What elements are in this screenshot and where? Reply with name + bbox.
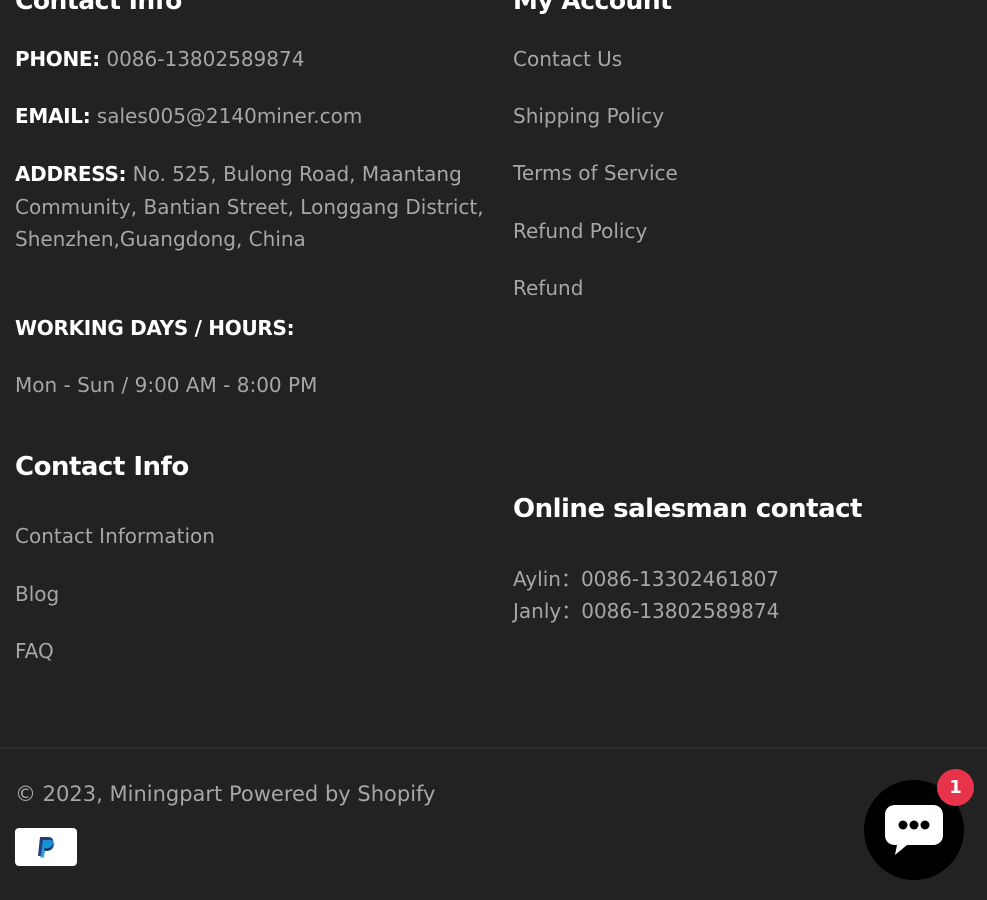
phone-label: PHONE: <box>15 47 100 71</box>
online-salesman-title: Online salesman contact <box>513 494 862 524</box>
paypal-icon <box>15 828 77 866</box>
my-account-heading: My Account <box>513 0 672 15</box>
refund-link[interactable]: Refund <box>513 272 583 304</box>
email-line: EMAIL: sales005@2140miner.com <box>15 100 362 132</box>
working-hours-label: WORKING DAYS / HOURS: <box>15 316 295 340</box>
shipping-policy-link[interactable]: Shipping Policy <box>513 100 664 132</box>
chat-notification-badge: 1 <box>937 769 974 806</box>
working-hours-value: Mon - Sun / 9:00 AM - 8:00 PM <box>15 373 318 397</box>
copyright-line: © 2023, Miningpart Powered by Shopify <box>15 778 435 810</box>
store-contact-heading: Contact Info <box>15 0 182 15</box>
address-block: ADDRESS: No. 525, Bulong Road, Maantang … <box>15 158 485 256</box>
email-label: EMAIL: <box>15 104 91 128</box>
phone-line: PHONE: 0086-13802589874 <box>15 43 304 75</box>
chat-bubble-icon <box>885 805 943 855</box>
contact-us-link[interactable]: Contact Us <box>513 43 622 75</box>
faq-link[interactable]: FAQ <box>15 635 54 667</box>
phone-value[interactable]: 0086-13802589874 <box>106 47 304 71</box>
powered-by-shopify-link[interactable]: Powered by Shopify <box>229 782 436 806</box>
refund-policy-link[interactable]: Refund Policy <box>513 215 647 247</box>
blog-link[interactable]: Blog <box>15 578 59 610</box>
address-label: ADDRESS: <box>15 162 127 186</box>
email-value[interactable]: sales005@2140miner.com <box>97 104 363 128</box>
footer-divider <box>0 747 987 749</box>
terms-of-service-link[interactable]: Terms of Service <box>513 157 678 189</box>
store-name-link[interactable]: Miningpart <box>109 782 222 806</box>
salesman-janly: Janly：0086-13802589874 <box>513 599 780 623</box>
copyright-prefix: © 2023, <box>15 782 103 806</box>
salesman-aylin: Aylin：0086-13302461807 <box>513 567 780 591</box>
contact-info-title: Contact Info <box>15 452 189 482</box>
contact-information-link[interactable]: Contact Information <box>15 520 215 552</box>
